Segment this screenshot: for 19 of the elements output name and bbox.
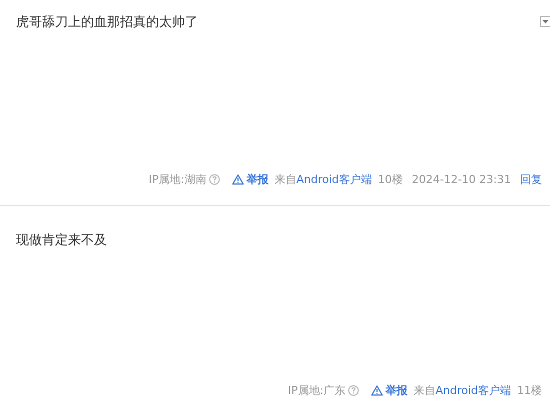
warning-icon [371,385,384,396]
report-link[interactable]: 举报 [371,382,408,399]
post-time: 2024-12-10 23:31 [412,172,511,188]
client-link[interactable]: Android客户端 [435,382,511,399]
post-content: 现做肯定来不及 [16,232,108,250]
ip-location: IP属地:广东 [288,382,346,398]
post-content: 虎哥舔刀上的血那招真的太帅了 [16,14,199,32]
warning-icon [232,174,244,186]
source-label: 来自 [274,172,296,188]
reply-link[interactable]: 回复 [520,172,542,188]
help-icon[interactable] [348,385,360,396]
floor-number: 10楼 [378,172,403,188]
help-icon[interactable] [209,174,220,186]
floor-number: 11楼 [517,382,542,398]
report-link[interactable]: 举报 [232,172,268,188]
dropdown-icon[interactable] [540,16,550,27]
ip-location: IP属地:湖南 [148,172,206,188]
source-label: 来自 [413,382,436,398]
client-link[interactable]: Android客户端 [296,172,372,188]
